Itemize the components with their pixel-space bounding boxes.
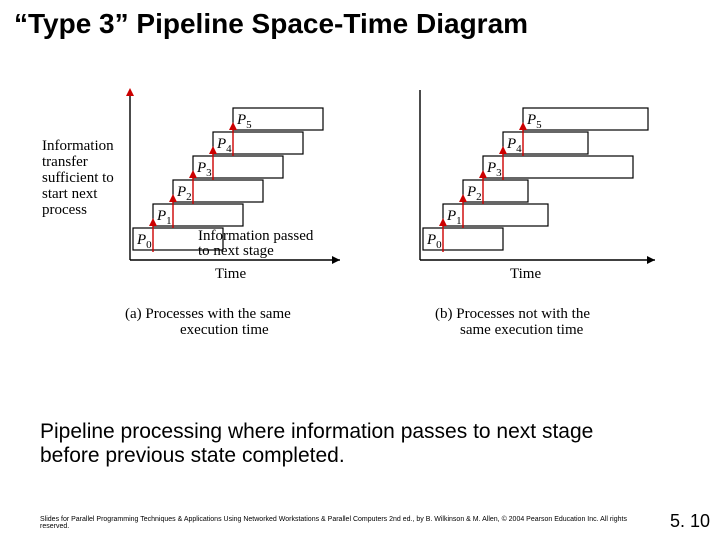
axis-time-b: Time [510,266,541,282]
annot-left-l4: start next [42,186,98,202]
page-number: 5. 10 [670,511,710,532]
annot-mid-l2: to next stage [198,243,274,259]
pipeline-diagram: P0 P1 P2 P3 P4 P5 Information transfer s… [40,60,680,390]
svg-text:Information transfer: Information transfer sufficient to start… [42,138,118,218]
caption-a-l2: execution time [180,322,269,338]
caption-a-l1: (a) Processes with the same [125,306,291,322]
slide-body: Pipeline processing where information pa… [40,420,640,468]
slide-footer: Slides for Parallel Programming Techniqu… [40,516,640,530]
caption-b-l1: (b) Processes not with the [435,306,590,322]
slide-title: “Type 3” Pipeline Space-Time Diagram [14,8,528,40]
annot-mid-l1: Information passed [198,228,314,244]
svg-text:Information passed to ne: Information passed to next stage [198,228,317,259]
annot-left-l2: transfer [42,154,88,170]
annot-left-l5: process [42,202,87,218]
slide: “Type 3” Pipeline Space-Time Diagram P0 … [0,0,720,540]
annot-left-l3: sufficient to [42,170,114,186]
annot-left-l1: Information [42,138,114,154]
axis-time-a: Time [215,266,246,282]
caption-b-l2: same execution time [460,322,584,338]
